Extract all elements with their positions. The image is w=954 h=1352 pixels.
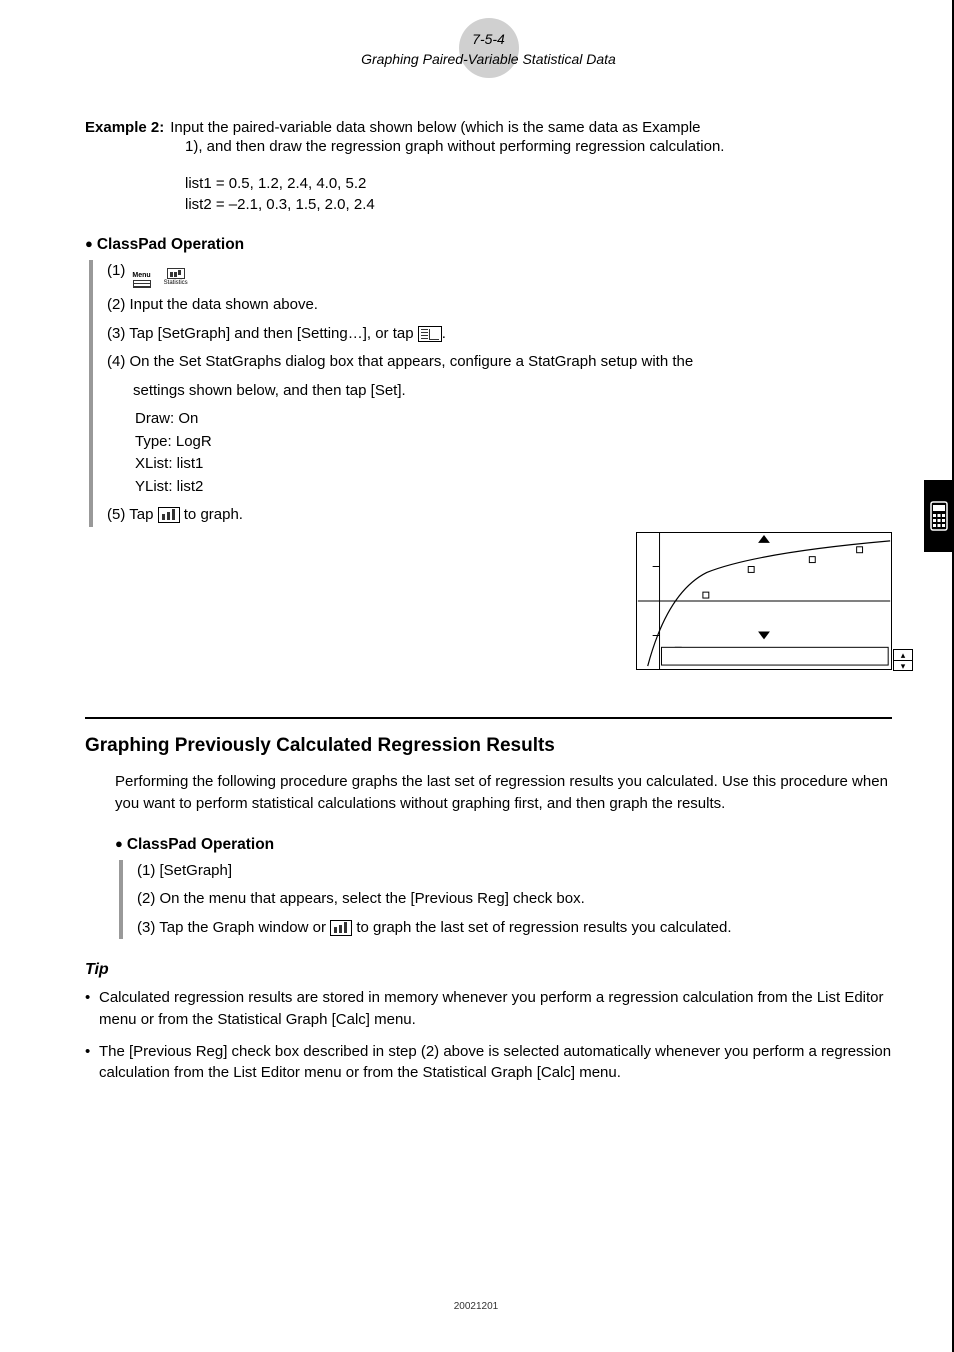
scroll-buttons[interactable]: ▴ ▾ [893, 649, 913, 671]
section-divider [85, 717, 892, 719]
tip-item-1-text: Calculated regression results are stored… [99, 987, 892, 1031]
step-1: (1) Menu Statistics [107, 260, 892, 288]
setgraph-icon [418, 326, 442, 342]
statgraph-config: Draw: On Type: LogR XList: list1 YList: … [135, 408, 892, 498]
example-text-line2: 1), and then draw the regression graph w… [185, 136, 892, 159]
tip-item-2: • The [Previous Reg] check box described… [85, 1041, 892, 1085]
example-list2: list2 = –2.1, 0.3, 1.5, 2.0, 2.4 [185, 194, 892, 216]
log-regression-plot [637, 533, 891, 669]
section-2-paragraph: Performing the following procedure graph… [115, 771, 892, 816]
graph-icon [330, 920, 352, 936]
operation-heading-1: ● ClassPad Operation [85, 236, 892, 254]
op2-step-2: (2) On the menu that appears, select the… [137, 888, 892, 911]
operation-heading-2-text: ClassPad Operation [127, 836, 274, 853]
step-1-num: (1) [107, 262, 125, 279]
bullet-icon: ● [85, 236, 93, 251]
operation-heading-1-text: ClassPad Operation [97, 236, 244, 253]
op2-step-3-text-b: to graph the last set of regression resu… [352, 919, 731, 936]
tip-item-2-text: The [Previous Reg] check box described i… [99, 1041, 892, 1085]
regression-graph-screenshot: ▴ ▾ [636, 532, 892, 670]
menu-icon: Menu [130, 272, 154, 288]
footer-date: 20021201 [0, 1301, 952, 1312]
bullet-icon: ● [115, 836, 123, 851]
header-section-title: Graphing Paired-Variable Statistical Dat… [85, 50, 892, 70]
scroll-down-icon[interactable]: ▾ [894, 661, 912, 671]
tip-heading: Tip [85, 961, 892, 979]
menu-icon-label: Menu [132, 272, 150, 280]
step-5-text-b: to graph. [180, 506, 243, 523]
op2-step-1: (1) [SetGraph] [137, 860, 892, 883]
cfg-type: Type: LogR [135, 431, 892, 454]
tip-item-1: • Calculated regression results are stor… [85, 987, 892, 1031]
example-list1: list1 = 0.5, 1.2, 2.4, 4.0, 5.2 [185, 173, 892, 195]
operation-section-2: ● ClassPad Operation (1) [SetGraph] (2) O… [115, 836, 892, 940]
section-2-heading: Graphing Previously Calculated Regressio… [85, 735, 892, 757]
op2-step-3: (3) Tap the Graph window or to graph the… [137, 917, 892, 940]
up-arrow-icon [758, 535, 770, 543]
step-4-line1: (4) On the Set StatGraphs dialog box tha… [107, 351, 892, 374]
step-5-text-a: (5) Tap [107, 506, 158, 523]
cfg-xlist: XList: list1 [135, 453, 892, 476]
example-text-line1: Input the paired-variable data shown bel… [170, 119, 892, 136]
step-3: (3) Tap [SetGraph] and then [Setting…], … [107, 323, 892, 346]
step-3-text-a: (3) Tap [SetGraph] and then [Setting…], … [107, 325, 418, 342]
step-5: (5) Tap to graph. [107, 504, 892, 527]
example-label: Example 2: [85, 119, 164, 136]
page-header: 7-5-4 Graphing Paired-Variable Statistic… [85, 30, 892, 69]
statistics-icon-label: Statistics [164, 279, 188, 288]
step-3-text-b: . [442, 325, 446, 342]
cfg-ylist: YList: list2 [135, 476, 892, 499]
side-thumb-tab [924, 480, 954, 552]
bullet-icon: • [85, 1041, 99, 1085]
operation-section-1: ●ClassPad Operation (1) Menu Statistics … [85, 236, 892, 527]
cfg-draw: Draw: On [135, 408, 892, 431]
header-section-number: 7-5-4 [85, 30, 892, 50]
example-block: Example 2: Input the paired-variable dat… [85, 119, 892, 216]
bullet-icon: • [85, 987, 99, 1031]
operation-heading-2: ● ClassPad Operation [115, 836, 892, 854]
op2-step-3-text-a: (3) Tap the Graph window or [137, 919, 330, 936]
graph-icon [158, 507, 180, 523]
statistics-app-icon: Statistics [162, 268, 190, 288]
down-arrow-icon [758, 632, 770, 640]
step-4-line2: settings shown below, and then tap [Set]… [133, 380, 892, 403]
scroll-up-icon[interactable]: ▴ [894, 650, 912, 661]
step-2: (2) Input the data shown above. [107, 294, 892, 317]
calculator-icon [929, 501, 949, 531]
